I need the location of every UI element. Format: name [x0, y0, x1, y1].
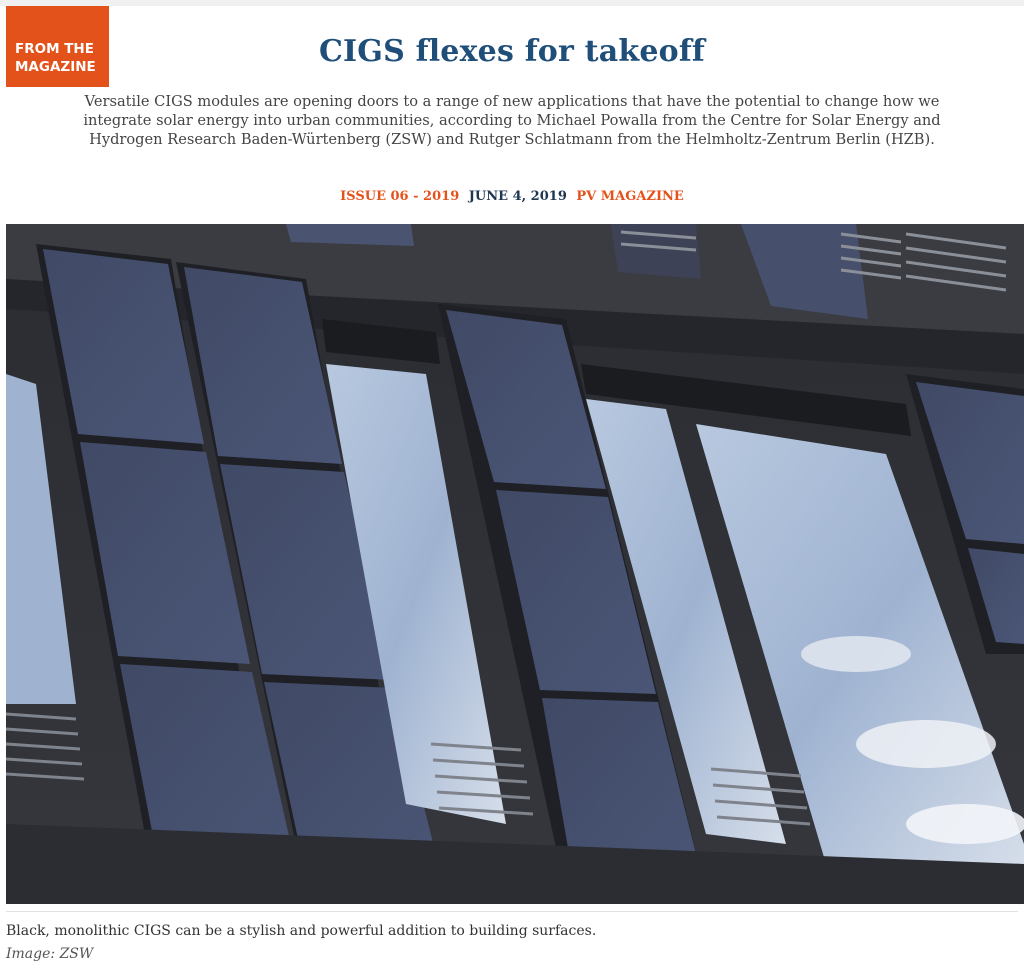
top-border	[0, 0, 1024, 6]
caption-text: Black, monolithic CIGS can be a stylish …	[6, 923, 597, 939]
article-title: CIGS flexes for takeoff	[318, 34, 706, 69]
article-lead: Versatile CIGS modules are opening doors…	[83, 93, 941, 148]
article-meta: ISSUE 06 - 2019 JUNE 4, 2019 PV MAGAZINE	[0, 189, 1024, 204]
image-credit: Image: ZSW	[6, 946, 94, 962]
publication-link[interactable]: PV MAGAZINE	[576, 189, 683, 204]
issue-link[interactable]: ISSUE 06 - 2019	[340, 189, 459, 204]
facade-illustration	[6, 224, 1024, 904]
hero-photo	[6, 224, 1024, 904]
image-caption: Black, monolithic CIGS can be a stylish …	[6, 911, 1018, 939]
publish-date: JUNE 4, 2019	[468, 189, 567, 204]
